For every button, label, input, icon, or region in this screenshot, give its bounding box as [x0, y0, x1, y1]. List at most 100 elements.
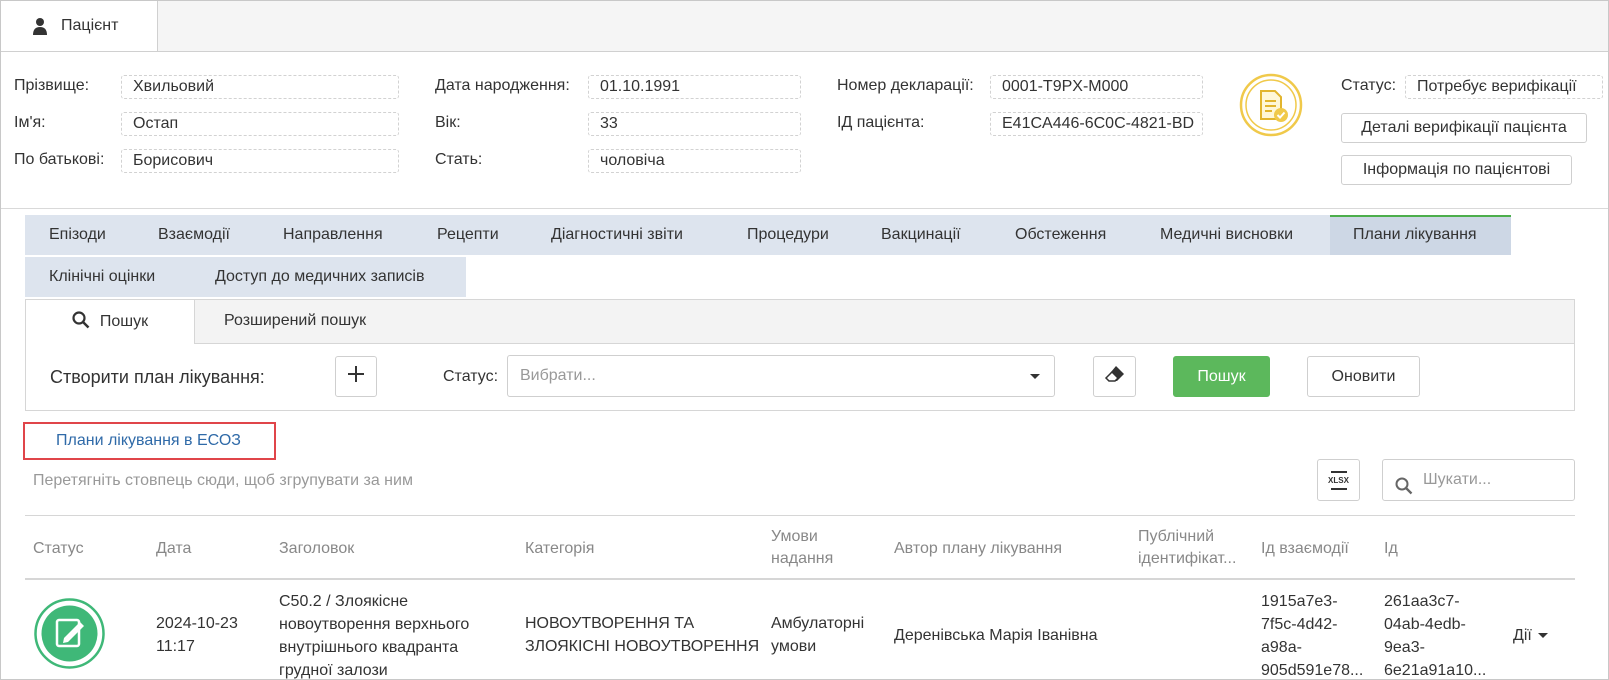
- tab-prescriptions[interactable]: Рецепти: [437, 215, 499, 255]
- row-author: Деренівська Марія Іванівна: [894, 627, 1098, 644]
- search-button[interactable]: Пошук: [1173, 356, 1270, 397]
- age-field: 33: [588, 112, 801, 136]
- row-id-line1: 261aa3c7-: [1384, 593, 1460, 610]
- patronymic-label: По батькові:: [14, 151, 105, 168]
- chevron-down-icon: [1030, 374, 1040, 379]
- col-interaction-id[interactable]: Ід взаємодії: [1261, 538, 1349, 560]
- tab-procedures[interactable]: Процедури: [747, 215, 829, 255]
- tab-search-label: Пошук: [99, 313, 149, 330]
- edit-document-status-icon: [34, 598, 105, 669]
- sex-field: чоловіча: [588, 149, 801, 173]
- tabs-row-1: Епізоди Взаємодії Направлення Рецепти Ді…: [25, 215, 1511, 255]
- row-title-line1: C50.2 / Злоякісне: [279, 593, 409, 610]
- row-interaction-id-line1: 1915a7e3-: [1261, 593, 1338, 610]
- row-conditions-line2: умови: [771, 638, 817, 655]
- tabs-row-2: Клінічні оцінки Доступ до медичних запис…: [25, 257, 466, 297]
- plus-icon: [347, 365, 365, 388]
- col-public-id[interactable]: Публічний ідентифікат...: [1138, 526, 1236, 570]
- status-filter-label: Статус:: [443, 368, 499, 385]
- search-icon: [1395, 471, 1413, 511]
- clear-filter-button[interactable]: [1093, 356, 1136, 397]
- eraser-icon: [1104, 364, 1126, 389]
- row-title-line2: новоутворення верхнього: [279, 616, 470, 633]
- row-date-line1: 2024-10-23: [156, 615, 238, 632]
- age-label: Вік:: [435, 114, 461, 131]
- dob-label: Дата народження:: [435, 77, 570, 94]
- patient-info-button[interactable]: Інформація по пацієнтові: [1341, 155, 1572, 185]
- col-conditions-line2: надання: [771, 550, 834, 567]
- dob-field: 01.10.1991: [588, 75, 801, 99]
- table-top-border: [25, 515, 1575, 516]
- tab-clinical-assessments[interactable]: Клінічні оцінки: [49, 257, 155, 297]
- row-category-line2: ЗЛОЯКІСНІ НОВОУТВОРЕННЯ: [525, 638, 760, 655]
- row-actions-dropdown[interactable]: Дії: [1513, 624, 1548, 647]
- tab-patient[interactable]: Пацієнт: [1, 1, 158, 51]
- tab-diagnostic-reports[interactable]: Діагностичні звіти: [551, 215, 683, 255]
- patient-id-field: E41CA446-6C0C-4821-BD: [990, 112, 1203, 136]
- row-title-line3: внутрішнього квадранта: [279, 639, 459, 656]
- row-id: 261aa3c7- 04ab-4edb- 9ea3- 6e21a91a10...: [1384, 590, 1487, 679]
- row-title: C50.2 / Злоякісне новоутворення верхньог…: [279, 590, 470, 679]
- row-interaction-id: 1915a7e3- 7f5c-4d42- a98a- 905d591e78...: [1261, 590, 1364, 679]
- ecoz-plans-link[interactable]: Плани лікування в ЕСОЗ: [56, 432, 241, 450]
- verification-document-icon: [1239, 73, 1303, 137]
- name-field: Остап: [121, 112, 399, 136]
- col-status[interactable]: Статус: [33, 538, 84, 560]
- declaration-field: 0001-T9PX-M000: [990, 75, 1203, 99]
- col-conditions[interactable]: Умови надання: [771, 526, 833, 570]
- person-icon: [33, 17, 47, 35]
- surname-label: Прізвище:: [14, 77, 90, 94]
- top-tab-bar: Пацієнт: [1, 1, 1608, 52]
- col-author[interactable]: Автор плану лікування: [894, 538, 1062, 560]
- name-label: Ім'я:: [14, 114, 46, 131]
- xlsx-icon-label: XLSX: [1328, 475, 1349, 485]
- divider: [1, 208, 1608, 209]
- col-public-id-line2: ідентифікат...: [1138, 550, 1237, 567]
- add-plan-button[interactable]: [335, 356, 377, 397]
- tab-patient-label: Пацієнт: [61, 17, 119, 34]
- row-category: НОВОУТВОРЕННЯ ТА ЗЛОЯКІСНІ НОВОУТВОРЕННЯ: [525, 612, 759, 658]
- status-select[interactable]: Вибрати...: [507, 355, 1055, 397]
- refresh-button[interactable]: Оновити: [1307, 356, 1420, 397]
- row-title-line4: грудної залози: [279, 662, 388, 679]
- col-category[interactable]: Категорія: [525, 538, 594, 560]
- col-conditions-line1: Умови: [771, 528, 818, 545]
- row-actions-label: Дії: [1513, 627, 1532, 644]
- tab-extended-search[interactable]: Розширений пошук: [224, 312, 366, 330]
- create-plan-label: Створити план лікування:: [50, 367, 265, 387]
- export-xlsx-button[interactable]: XLSX: [1317, 459, 1360, 501]
- search-panel-tabs: Пошук Розширений пошук: [26, 300, 1574, 344]
- patient-id-label: ІД пацієнта:: [837, 114, 925, 131]
- status-label: Статус:: [1341, 77, 1397, 94]
- row-date-line2: 11:17: [156, 638, 195, 655]
- col-id[interactable]: Ід: [1384, 538, 1398, 560]
- sex-label: Стать:: [435, 151, 483, 168]
- group-hint: Перетягніть стовпець сюди, щоб згрупуват…: [33, 472, 413, 489]
- verification-details-button[interactable]: Деталі верифікації пацієнта: [1341, 113, 1587, 143]
- col-public-id-line1: Публічний: [1138, 528, 1215, 545]
- tab-vaccinations[interactable]: Вакцинації: [881, 215, 961, 255]
- grid-search-placeholder: Шукати...: [1423, 471, 1492, 488]
- tab-interactions[interactable]: Взаємодії: [158, 215, 230, 255]
- row-id-line4: 6e21a91a10...: [1384, 662, 1487, 679]
- row-conditions: Амбулаторні умови: [771, 612, 864, 658]
- tab-medical-records-access[interactable]: Доступ до медичних записів: [215, 257, 424, 297]
- tab-treatment-plans[interactable]: Плани лікування: [1330, 215, 1511, 255]
- tab-search[interactable]: Пошук: [26, 300, 195, 344]
- col-title[interactable]: Заголовок: [279, 538, 354, 560]
- surname-field: Хвильовий: [121, 75, 399, 99]
- caret-down-icon: [1537, 633, 1548, 638]
- grid-search-input[interactable]: Шукати...: [1382, 459, 1575, 501]
- row-conditions-line1: Амбулаторні: [771, 615, 865, 632]
- row-id-line2: 04ab-4edb-: [1384, 616, 1466, 633]
- search-icon: [72, 310, 90, 334]
- row-interaction-id-line4: 905d591e78...: [1261, 662, 1364, 679]
- row-interaction-id-line3: a98a-: [1261, 639, 1302, 656]
- tab-referrals[interactable]: Направлення: [283, 215, 383, 255]
- tab-episodes[interactable]: Епізоди: [49, 215, 106, 255]
- col-date[interactable]: Дата: [156, 538, 191, 560]
- declaration-label: Номер декларації:: [837, 77, 974, 94]
- tab-medical-conclusions[interactable]: Медичні висновки: [1160, 215, 1293, 255]
- tab-examinations[interactable]: Обстеження: [1015, 215, 1106, 255]
- status-field: Потребує верифікації: [1405, 75, 1603, 99]
